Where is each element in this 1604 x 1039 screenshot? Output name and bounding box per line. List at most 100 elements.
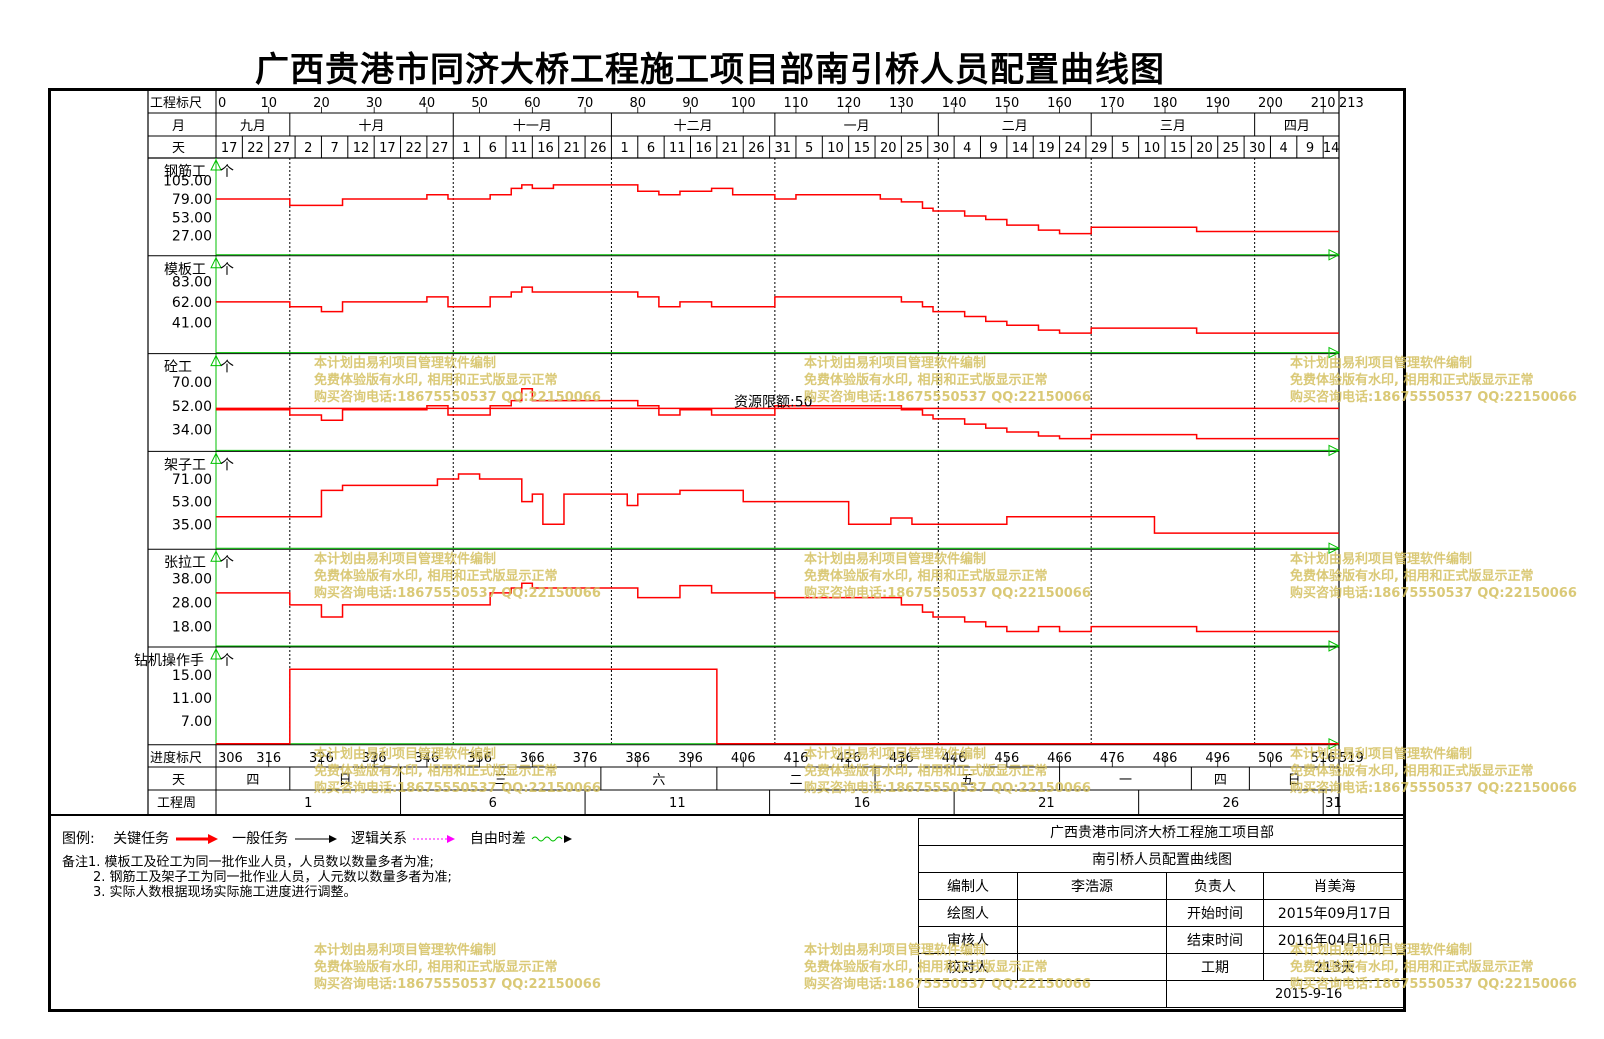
- day-label: 27: [432, 141, 449, 156]
- y-tick-label: 41.00: [172, 315, 212, 331]
- header-row-label: 天: [172, 141, 185, 156]
- weekday-label: 二: [789, 773, 802, 788]
- weekday-label: 四: [1214, 773, 1227, 788]
- y-tick-label: 70.00: [172, 375, 212, 391]
- header-row-label: 月: [172, 119, 185, 134]
- day-label: 4: [963, 141, 971, 156]
- series-line-5: [216, 668, 1339, 745]
- end-label: 结束时间: [1165, 926, 1265, 954]
- month-label: 四月: [1284, 119, 1310, 134]
- weekday-label: 日: [1288, 773, 1301, 788]
- day-label: 21: [722, 141, 739, 156]
- day-label: 14: [1012, 141, 1029, 156]
- day-label: 1: [462, 141, 470, 156]
- day-label: 25: [1223, 141, 1240, 156]
- owner-value: 肖美海: [1263, 872, 1406, 900]
- weekday-label: 四: [246, 773, 259, 788]
- month-label: 十一月: [513, 119, 552, 134]
- title-block-drawing: 南引桥人员配置曲线图: [918, 845, 1406, 873]
- day-label: 15: [1170, 141, 1187, 156]
- legend: 图例: 关键任务 一般任务 逻辑关系 自由时差: [62, 828, 576, 848]
- progress-tick-label: 519: [1339, 751, 1364, 766]
- day-label: 16: [695, 141, 712, 156]
- weekday-label: 三: [494, 773, 507, 788]
- drafter-value: [1017, 899, 1167, 927]
- owner-label: 负责人: [1165, 872, 1265, 900]
- panel-unit-label: 个: [220, 360, 234, 376]
- day-label: 7: [330, 141, 338, 156]
- legend-key-arrow-icon: [175, 834, 218, 844]
- day-label: 20: [1196, 141, 1213, 156]
- y-tick-label: 7.00: [181, 714, 212, 730]
- series-line-4: [216, 582, 1339, 633]
- day-label: 24: [1064, 141, 1081, 156]
- duration-label: 工期: [1165, 953, 1265, 981]
- reviewer-label: 审核人: [918, 926, 1018, 954]
- day-label: 6: [489, 141, 497, 156]
- panel-series-name: 架子工: [164, 457, 206, 473]
- y-tick-label: 79.00: [172, 192, 212, 208]
- day-label: 31: [774, 141, 791, 156]
- week-label: 1: [304, 796, 312, 811]
- y-tick-label: 15.00: [172, 668, 212, 684]
- duration-value: 213天: [1263, 953, 1406, 981]
- month-label: 十月: [359, 119, 385, 134]
- legend-item-general: 一般任务: [232, 831, 289, 847]
- month-label: 三月: [1160, 119, 1186, 134]
- day-label: 17: [221, 141, 238, 156]
- note-2: 2. 钢筋工及架子工为同一批作业人员，人元数以数量多者为准;: [93, 870, 452, 885]
- week-label: 21: [1038, 796, 1055, 811]
- header-row-label: 工程标尺: [150, 96, 202, 111]
- checker-value: [1017, 953, 1167, 981]
- series-line-3: [216, 473, 1339, 534]
- y-tick-label: 62.00: [172, 295, 212, 311]
- y-tick-label: 52.00: [172, 399, 212, 415]
- drawing-date: 2015-9-16: [1166, 980, 1406, 1008]
- y-tick-label: 83.00: [172, 274, 212, 290]
- panel-series-name: 钻机操作手: [134, 653, 204, 669]
- panel-unit-label: 个: [220, 457, 234, 473]
- day-label: 29: [1091, 141, 1108, 156]
- weekday-label: 五: [961, 773, 974, 788]
- quota-label: 资源限额:50: [734, 394, 813, 410]
- start-label: 开始时间: [1165, 899, 1265, 927]
- day-label: 17: [379, 141, 396, 156]
- footer-row-label: 工程周: [157, 796, 196, 811]
- panel-unit-label: 个: [220, 555, 234, 571]
- day-label: 5: [805, 141, 813, 156]
- day-label: 9: [1306, 141, 1314, 156]
- panel-unit-label: 个: [220, 164, 234, 180]
- day-label: 10: [1144, 141, 1161, 156]
- y-tick-label: 34.00: [172, 422, 212, 438]
- week-label: 11: [669, 796, 686, 811]
- day-label: 1: [620, 141, 628, 156]
- panel-unit-label: 个: [220, 262, 234, 278]
- footer-row-label: 进度标尺: [150, 750, 202, 766]
- end-value: 2016年04月16日: [1263, 926, 1406, 954]
- day-label: 4: [1280, 141, 1288, 156]
- scale-tick-label: 0: [218, 96, 226, 111]
- series-line-1: [216, 286, 1339, 334]
- day-label: 12: [353, 141, 370, 156]
- y-tick-label: 53.00: [172, 210, 212, 226]
- panel-series-name: 砼工: [164, 360, 192, 376]
- legend-float-arrow-icon: [531, 835, 573, 843]
- y-tick-label: 53.00: [172, 495, 212, 511]
- weekday-label: 六: [652, 773, 665, 788]
- title-block-company: 广西贵港市同济大桥工程施工项目部: [918, 818, 1406, 846]
- y-tick-label: 27.00: [172, 229, 212, 245]
- day-label: 2: [304, 141, 312, 156]
- y-tick-label: 11.00: [172, 691, 212, 707]
- day-label: 16: [537, 141, 554, 156]
- day-label: 9: [990, 141, 998, 156]
- day-label: 26: [590, 141, 607, 156]
- week-label: 6: [489, 796, 497, 811]
- day-label: 11: [669, 141, 686, 156]
- y-tick-label: 105.00: [163, 174, 212, 190]
- month-label: 二月: [1002, 119, 1028, 134]
- notes: 备注1. 模板工及砼工为同一批作业人员，人员数以数量多者为准; 2. 钢筋工及架…: [62, 855, 452, 900]
- legend-general-arrow-icon: [294, 835, 337, 843]
- footer-row-label: 天: [172, 773, 185, 788]
- compiler-value: 李浩源: [1017, 872, 1167, 900]
- week-label: 31: [1325, 796, 1342, 811]
